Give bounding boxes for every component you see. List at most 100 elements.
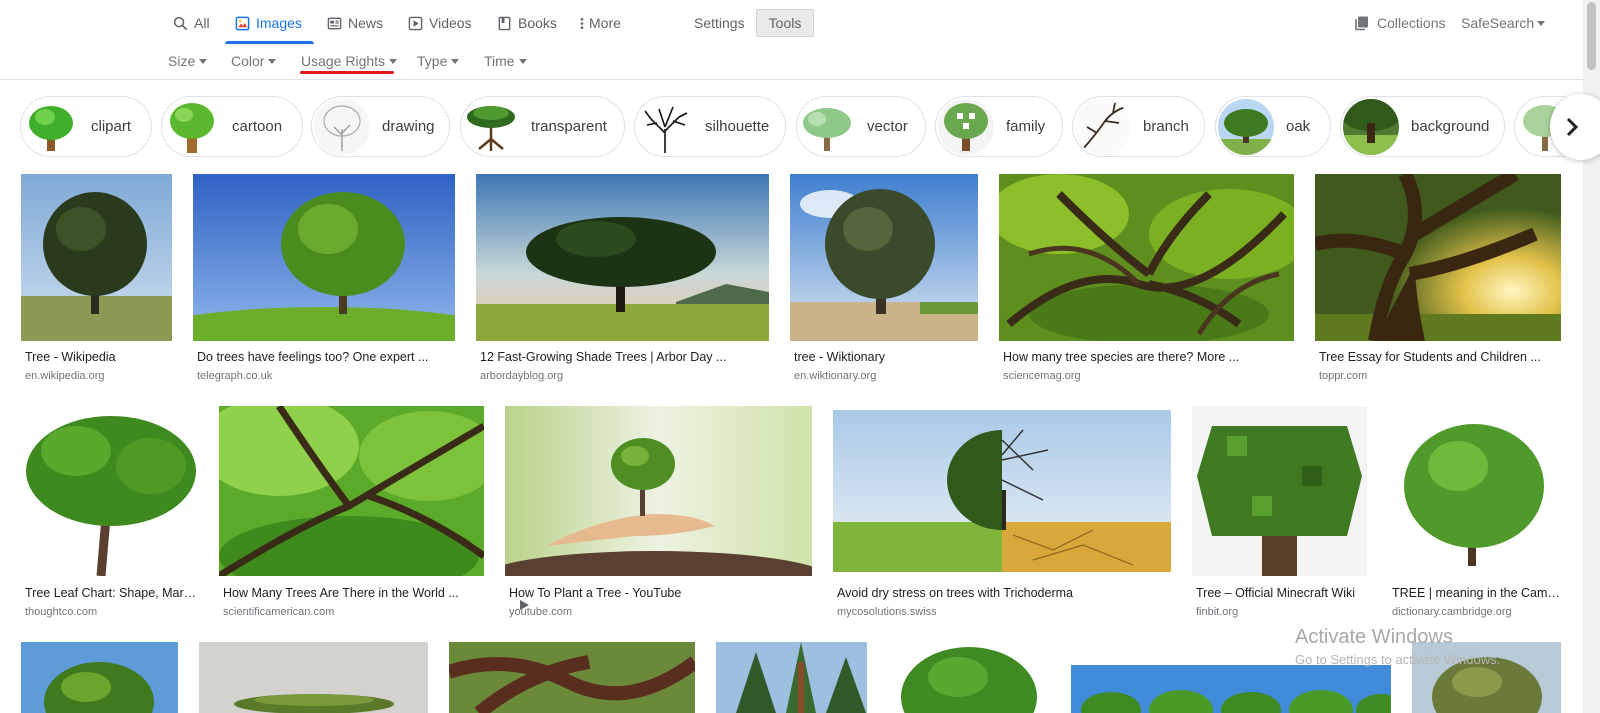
result-title[interactable]: Tree Essay for Students and Children ... (1319, 350, 1561, 364)
image-result-13[interactable] (21, 642, 178, 713)
tab-videos[interactable]: Videos (408, 12, 472, 34)
chip-thumbnail (938, 98, 994, 155)
filter-label: Size (168, 53, 196, 69)
tab-news[interactable]: News (327, 12, 383, 34)
tab-label: News (348, 15, 384, 31)
chip-transparent[interactable]: transparent (460, 96, 625, 157)
result-source: telegraph.co.uk (197, 370, 273, 382)
result-title[interactable]: Do trees have feelings too? One expert .… (197, 350, 455, 364)
chip-clipart[interactable]: clipart (20, 96, 152, 157)
tab-all[interactable]: All (173, 12, 210, 34)
image-result-1[interactable]: Tree - Wikipedia en.wikipedia.org (21, 174, 172, 384)
result-source: mycosolutions.swiss (837, 606, 937, 618)
image-result-5[interactable]: How many tree species are there? More ..… (999, 174, 1294, 384)
image-result-10[interactable]: Avoid dry stress on trees with Trichoder… (833, 410, 1171, 621)
result-source: scientificamerican.com (223, 606, 335, 618)
filter-time[interactable]: Time (484, 50, 527, 72)
search-icon (173, 16, 188, 30)
result-title[interactable]: How Many Trees Are There in the World ..… (223, 586, 484, 600)
result-thumbnail[interactable] (219, 406, 484, 576)
filter-type[interactable]: Type (417, 50, 460, 72)
result-title[interactable]: How To Plant a Tree - YouTube (509, 586, 812, 600)
result-thumbnail[interactable] (833, 410, 1171, 572)
result-thumbnail[interactable] (716, 642, 867, 713)
chip-cartoon[interactable]: cartoon (161, 96, 303, 157)
chip-background[interactable]: background (1340, 96, 1505, 157)
image-result-2[interactable]: Do trees have feelings too? One expert .… (193, 174, 455, 384)
tab-more[interactable]: More (579, 12, 621, 34)
result-title[interactable]: 12 Fast-Growing Shade Trees | Arbor Day … (480, 350, 769, 364)
collections-link[interactable]: Collections (1354, 13, 1445, 33)
result-thumbnail[interactable] (21, 642, 178, 713)
settings-link[interactable]: Settings (694, 12, 745, 34)
chevron-right-icon (1566, 117, 1579, 137)
result-title[interactable]: Tree Leaf Chart: Shape, Margin ... (25, 586, 198, 600)
filter-color[interactable]: Color (231, 50, 277, 72)
image-result-7[interactable]: Tree Leaf Chart: Shape, Margin ... thoug… (21, 406, 198, 621)
chip-thumbnail (164, 98, 220, 155)
tab-images[interactable]: Images (235, 12, 302, 34)
image-result-8[interactable]: How Many Trees Are There in the World ..… (219, 406, 484, 621)
image-result-11[interactable]: Tree – Official Minecraft Wiki finbit.or… (1192, 406, 1367, 621)
result-title[interactable]: tree - Wiktionary (794, 350, 978, 364)
image-result-12[interactable]: TREE | meaning in the Cambridge ... dict… (1388, 406, 1561, 621)
scrollbar-thumb[interactable] (1587, 2, 1596, 70)
result-thumbnail[interactable] (193, 174, 455, 341)
image-result-4[interactable]: tree - Wiktionary en.wiktionary.org (790, 174, 978, 384)
image-result-18[interactable] (1071, 665, 1391, 713)
chevron-down-icon (518, 58, 527, 64)
image-result-9[interactable]: How To Plant a Tree - YouTube youtube.co… (505, 406, 812, 621)
result-thumbnail[interactable] (1388, 406, 1561, 576)
chip-oak[interactable]: oak (1215, 96, 1331, 157)
filter-label: Time (484, 53, 515, 69)
image-result-3[interactable]: 12 Fast-Growing Shade Trees | Arbor Day … (476, 174, 769, 384)
tab-books[interactable]: Books (497, 12, 557, 34)
chip-family[interactable]: family (935, 96, 1063, 157)
result-thumbnail[interactable] (1071, 665, 1391, 713)
image-result-6[interactable]: Tree Essay for Students and Children ...… (1315, 174, 1561, 384)
filter-usage-rights[interactable]: Usage Rights (301, 50, 398, 72)
tools-button[interactable]: Tools (756, 9, 814, 37)
chevron-down-icon (199, 58, 208, 64)
image-result-14[interactable] (199, 642, 428, 713)
safesearch-dropdown[interactable]: SafeSearch (1461, 13, 1546, 33)
result-thumbnail[interactable] (888, 642, 1050, 713)
result-thumbnail[interactable] (999, 174, 1294, 341)
filter-label: Color (231, 53, 265, 69)
image-result-16[interactable] (716, 642, 867, 713)
filter-size[interactable]: Size (168, 50, 208, 72)
news-icon (327, 17, 342, 29)
result-thumbnail[interactable] (21, 174, 172, 341)
chevron-down-icon (451, 58, 460, 64)
result-thumbnail[interactable] (790, 174, 978, 341)
result-title[interactable]: TREE | meaning in the Cambridge ... (1392, 586, 1561, 600)
result-thumbnail[interactable] (476, 174, 769, 341)
result-title[interactable]: Avoid dry stress on trees with Trichoder… (837, 586, 1171, 600)
result-thumbnail[interactable] (199, 642, 428, 713)
related-search-chips: clipart cartoon drawing transparent silh… (20, 96, 1565, 158)
play-icon (408, 16, 423, 30)
chip-thumbnail (314, 98, 370, 155)
image-result-17[interactable] (888, 642, 1050, 713)
chip-label: silhouette (705, 118, 770, 135)
tab-label: Images (256, 15, 302, 31)
result-title[interactable]: Tree – Official Minecraft Wiki (1196, 586, 1367, 600)
image-icon (235, 16, 250, 30)
result-thumbnail[interactable] (1315, 174, 1561, 341)
chip-thumbnail (1218, 98, 1274, 155)
result-thumbnail[interactable] (449, 642, 695, 713)
result-title[interactable]: Tree - Wikipedia (25, 350, 172, 364)
result-thumbnail[interactable] (505, 406, 812, 576)
chip-label: transparent (531, 118, 607, 135)
result-title[interactable]: How many tree species are there? More ..… (1003, 350, 1294, 364)
chip-silhouette[interactable]: silhouette (634, 96, 786, 157)
chevron-down-icon (389, 58, 398, 64)
filter-label: Usage Rights (301, 53, 386, 69)
chip-vector[interactable]: vector (796, 96, 926, 157)
image-result-15[interactable] (449, 642, 695, 713)
result-thumbnail[interactable] (1192, 406, 1367, 576)
chip-drawing[interactable]: drawing (311, 96, 450, 157)
chip-branch[interactable]: branch (1072, 96, 1205, 157)
chip-thumbnail (637, 98, 693, 155)
result-thumbnail[interactable] (21, 406, 198, 576)
